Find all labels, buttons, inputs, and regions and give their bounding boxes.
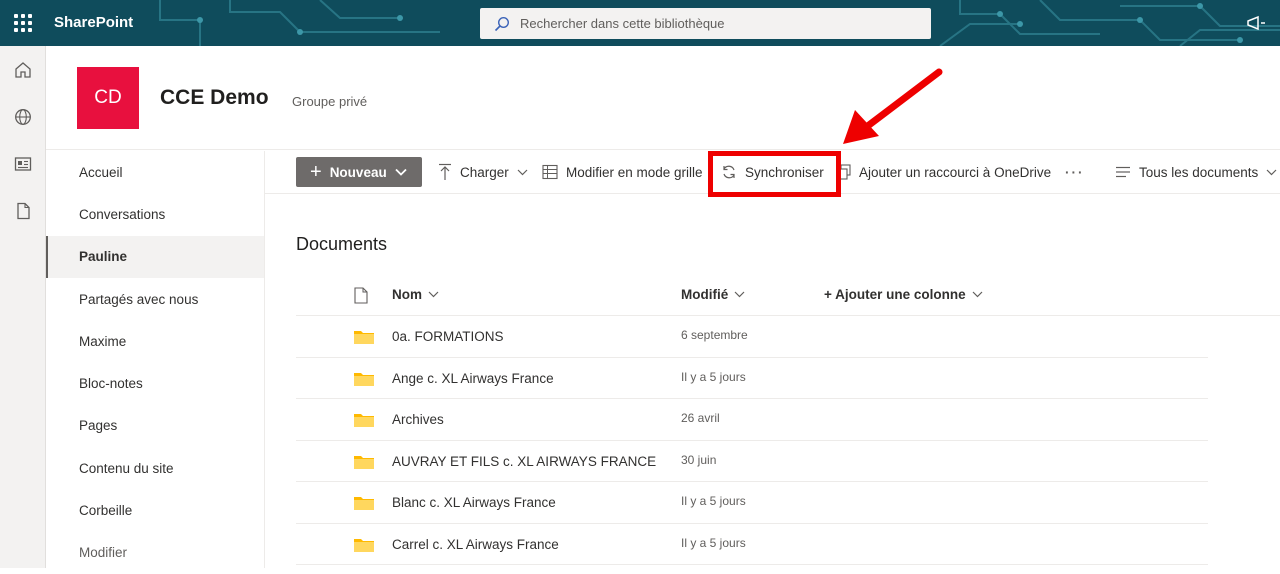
item-name[interactable]: Archives xyxy=(392,412,444,427)
nav-item-bloc-notes[interactable]: Bloc-notes xyxy=(46,362,264,404)
command-bar: + Nouveau Charger Modifier en mode grill… xyxy=(265,151,1280,197)
list-item[interactable]: AUVRAY ET FILS c. XL AIRWAYS FRANCE 30 j… xyxy=(296,441,1208,482)
column-name-label: Nom xyxy=(392,287,422,302)
document-list: 0a. FORMATIONS 6 septembre Ange c. XL Ai… xyxy=(296,316,1208,565)
item-modified: Il y a 5 jours xyxy=(681,369,746,384)
rail-news[interactable] xyxy=(0,140,46,187)
add-column-button[interactable]: + Ajouter une colonne xyxy=(824,287,983,302)
chevron-down-icon xyxy=(972,291,983,298)
item-modified: 6 septembre xyxy=(681,328,748,342)
folder-icon xyxy=(354,414,374,427)
new-button[interactable]: + Nouveau xyxy=(296,157,422,187)
add-shortcut-label: Ajouter un raccourci à OneDrive xyxy=(859,164,1052,180)
rail-sites[interactable] xyxy=(0,93,46,140)
app-launcher-button[interactable] xyxy=(0,0,46,46)
suite-bar: SharePoint xyxy=(0,0,1280,46)
list-item[interactable]: Blanc c. XL Airways France Il y a 5 jour… xyxy=(296,482,1208,524)
column-modified-label: Modifié xyxy=(681,287,729,302)
item-name[interactable]: Carrel c. XL Airways France xyxy=(392,537,559,552)
left-navigation: Accueil Conversations Pauline Partagés a… xyxy=(46,151,265,568)
nav-item-accueil[interactable]: Accueil xyxy=(46,151,264,193)
annotation-arrow xyxy=(843,68,943,144)
app-name[interactable]: SharePoint xyxy=(54,14,133,31)
nav-item-maxime[interactable]: Maxime xyxy=(46,320,264,362)
grid-icon xyxy=(542,164,558,180)
folder-icon xyxy=(354,497,374,510)
rail-home[interactable] xyxy=(0,46,46,93)
rail-files[interactable] xyxy=(0,187,46,234)
item-modified: Il y a 5 jours xyxy=(681,535,746,550)
globe-icon xyxy=(15,108,31,125)
nav-item-contenu[interactable]: Contenu du site xyxy=(46,447,264,489)
add-shortcut-button[interactable]: Ajouter un raccourci à OneDrive xyxy=(837,157,1051,187)
list-item[interactable]: 0a. FORMATIONS 6 septembre xyxy=(296,316,1208,358)
list-item[interactable]: Ange c. XL Airways France Il y a 5 jours xyxy=(296,358,1208,399)
item-name[interactable]: Ange c. XL Airways France xyxy=(392,371,554,386)
document-icon xyxy=(17,202,30,219)
chevron-down-icon xyxy=(428,291,439,298)
item-modified: 26 avril xyxy=(681,411,720,425)
folder-icon xyxy=(354,455,374,469)
library-title: Documents xyxy=(296,234,388,254)
search-box[interactable] xyxy=(480,8,931,39)
nav-item-pauline[interactable]: Pauline xyxy=(46,235,264,278)
more-icon: ··· xyxy=(1065,164,1085,180)
nav-item-partages[interactable]: Partagés avec nous xyxy=(46,278,264,320)
list-view-icon xyxy=(1116,166,1130,178)
search-input[interactable] xyxy=(520,16,900,31)
view-selector[interactable]: Tous les documents xyxy=(1115,157,1277,187)
more-button[interactable]: ··· xyxy=(1065,157,1085,187)
upload-label: Charger xyxy=(460,164,509,180)
grid-edit-button[interactable]: Modifier en mode grille xyxy=(542,157,703,187)
grid-edit-label: Modifier en mode grille xyxy=(566,164,703,180)
chevron-down-icon xyxy=(517,169,528,175)
folder-icon xyxy=(354,538,374,552)
plus-icon: + xyxy=(310,161,322,183)
nav-item-pages[interactable]: Pages xyxy=(46,405,264,447)
upload-icon xyxy=(439,163,451,180)
site-title[interactable]: CCE Demo xyxy=(160,86,269,110)
item-name[interactable]: Blanc c. XL Airways France xyxy=(392,495,556,510)
home-icon xyxy=(15,61,31,78)
chevron-down-icon xyxy=(395,168,407,176)
new-button-label: Nouveau xyxy=(329,164,387,180)
chevron-down-icon xyxy=(734,291,745,298)
column-modified[interactable]: Modifié xyxy=(681,287,745,302)
search-icon xyxy=(494,16,510,31)
file-type-icon[interactable] xyxy=(354,287,368,304)
chevron-down-icon xyxy=(1266,169,1277,175)
item-modified: 30 juin xyxy=(681,452,717,467)
list-item[interactable]: Archives 26 avril xyxy=(296,399,1208,441)
waffle-icon xyxy=(14,14,32,32)
app-rail xyxy=(0,46,46,568)
nav-item-corbeille[interactable]: Corbeille xyxy=(46,489,264,531)
folder-icon xyxy=(354,372,374,386)
site-privacy-label: Groupe privé xyxy=(292,94,368,109)
item-name[interactable]: AUVRAY ET FILS c. XL AIRWAYS FRANCE xyxy=(392,454,656,469)
news-icon xyxy=(14,156,32,171)
nav-item-conversations[interactable]: Conversations xyxy=(46,193,264,235)
upload-button[interactable]: Charger xyxy=(438,157,528,187)
megaphone-icon[interactable] xyxy=(1246,14,1266,32)
list-item[interactable]: Carrel c. XL Airways France Il y a 5 jou… xyxy=(296,524,1208,565)
site-header: CD CCE Demo Groupe privé xyxy=(46,46,1280,150)
folder-icon xyxy=(354,331,374,344)
add-column-label: + Ajouter une colonne xyxy=(824,287,966,302)
site-logo[interactable]: CD xyxy=(77,67,139,129)
item-name[interactable]: 0a. FORMATIONS xyxy=(392,329,504,344)
sync-highlight-box xyxy=(708,151,841,197)
column-name[interactable]: Nom xyxy=(392,287,439,302)
column-header-row: Nom Modifié + Ajouter une colonne xyxy=(296,276,1280,316)
view-selector-label: Tous les documents xyxy=(1139,164,1259,180)
item-modified: Il y a 5 jours xyxy=(681,494,746,508)
